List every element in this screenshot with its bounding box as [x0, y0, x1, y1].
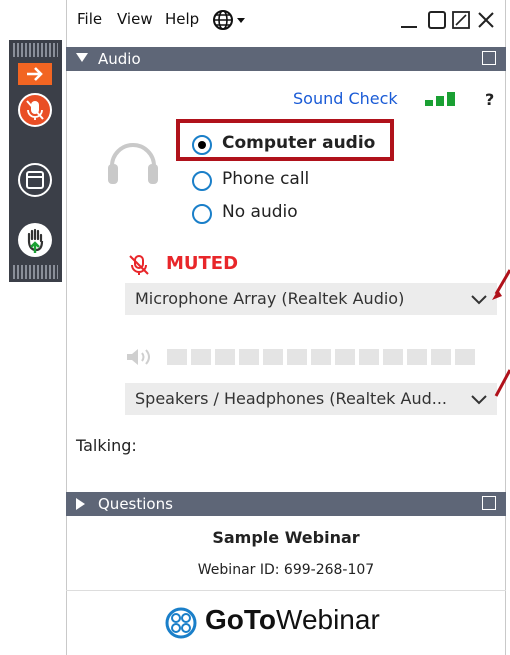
muted-status-label: MUTED: [166, 253, 239, 274]
questions-panel-header[interactable]: Questions: [66, 492, 506, 516]
phone-call-label[interactable]: Phone call: [222, 169, 309, 189]
menu-view[interactable]: View: [117, 10, 153, 28]
computer-audio-radio[interactable]: [192, 135, 212, 155]
language-globe-dropdown[interactable]: [212, 9, 252, 35]
microphone-muted-status-icon: [127, 253, 151, 281]
speaker-volume-icon: [125, 347, 157, 371]
meter-segment: [359, 349, 379, 365]
webinar-id: Webinar ID: 699-268-107: [197, 562, 375, 578]
globe-icon: [213, 10, 245, 30]
menu-help[interactable]: Help: [165, 10, 199, 28]
talking-label: Talking:: [76, 436, 137, 455]
expand-triangle-icon: [76, 498, 85, 510]
minimize-icon: [401, 26, 417, 28]
microphone-select-value: Microphone Array (Realtek Audio): [135, 289, 405, 308]
meter-segment: [191, 349, 211, 365]
logo-goto: GoTo: [205, 604, 277, 635]
webinar-title: Sample Webinar: [212, 528, 360, 547]
microphone-muted-icon: [26, 100, 44, 120]
meter-segment: [335, 349, 355, 365]
meter-segment: [311, 349, 331, 365]
meter-segment: [287, 349, 307, 365]
gotowebinar-logo-icon: [165, 607, 197, 643]
menu-file[interactable]: File: [77, 10, 102, 28]
no-audio-label[interactable]: No audio: [222, 202, 298, 222]
chevron-down-icon: [471, 395, 487, 405]
arrow-right-icon: [27, 67, 43, 81]
speaker-select[interactable]: Speakers / Headphones (Realtek Aud...: [125, 383, 497, 415]
raise-hand-icon: [27, 228, 44, 253]
minimize-window-button[interactable]: [398, 9, 420, 35]
signal-strength-indicator: [425, 90, 465, 112]
signal-bars-icon: [425, 92, 455, 106]
collapse-triangle-icon: [76, 53, 88, 62]
window-icon: [26, 171, 44, 189]
annotation-arrows: [492, 269, 510, 397]
toolbar-grip-bottom[interactable]: [13, 265, 58, 279]
close-icon: [478, 12, 494, 28]
maximize-icon: [428, 11, 446, 29]
meter-segment: [407, 349, 427, 365]
meter-segment: [431, 349, 451, 365]
speaker-select-value: Speakers / Headphones (Realtek Aud...: [135, 389, 448, 408]
questions-panel-title: Questions: [98, 495, 173, 513]
restore-window-button[interactable]: [450, 9, 472, 35]
microphone-select[interactable]: Microphone Array (Realtek Audio): [125, 283, 497, 315]
raise-hand-button[interactable]: [18, 223, 52, 257]
meter-segment: [167, 349, 187, 365]
restore-icon: [452, 11, 470, 29]
collapse-arrow-button[interactable]: [18, 63, 52, 85]
mute-microphone-button[interactable]: [18, 93, 52, 127]
popout-panel-icon[interactable]: [482, 496, 496, 510]
chevron-down-icon: [471, 295, 487, 305]
sound-check-link[interactable]: Sound Check: [293, 89, 398, 108]
maximize-window-button[interactable]: [426, 9, 448, 35]
gotowebinar-logo-text: GoToWebinar: [205, 604, 380, 636]
logo-webinar: Webinar: [276, 604, 380, 635]
meter-segment: [239, 349, 259, 365]
audio-panel-title: Audio: [98, 50, 141, 68]
headset-icon: [103, 132, 163, 196]
meter-segment: [263, 349, 283, 365]
phone-call-radio[interactable]: [192, 171, 212, 191]
computer-audio-label[interactable]: Computer audio: [222, 133, 375, 153]
divider: [66, 590, 506, 591]
popout-panel-icon[interactable]: [482, 51, 496, 65]
meter-segment: [383, 349, 403, 365]
screen-view-button[interactable]: [18, 163, 52, 197]
no-audio-radio[interactable]: [192, 204, 212, 224]
audio-panel-header[interactable]: Audio: [66, 47, 506, 71]
floating-control-toolbar: [9, 40, 62, 282]
meter-segment: [215, 349, 235, 365]
help-icon[interactable]: ?: [485, 90, 494, 109]
meter-segment: [455, 349, 475, 365]
close-window-button[interactable]: [475, 9, 497, 35]
toolbar-grip-top[interactable]: [13, 43, 58, 57]
